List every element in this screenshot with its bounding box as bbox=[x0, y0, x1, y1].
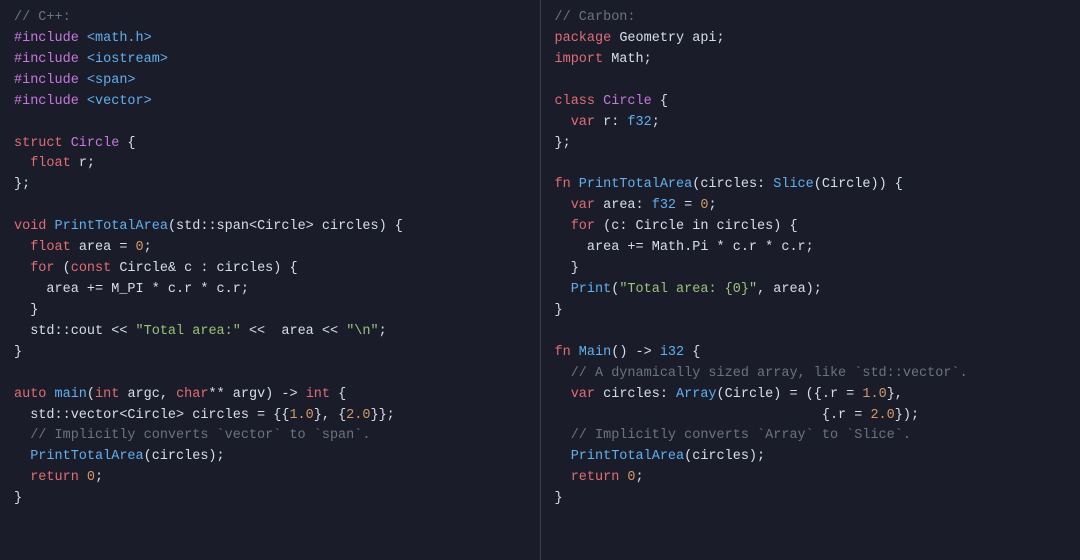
carbon-fn-main: fn bbox=[555, 345, 571, 360]
cpp-include-4: #include bbox=[14, 94, 79, 109]
cpp-include-1: #include bbox=[14, 31, 79, 46]
carbon-fn-printtotalarea: fn bbox=[555, 177, 571, 192]
cpp-include-2: #include bbox=[14, 52, 79, 67]
carbon-package: package bbox=[555, 31, 612, 46]
carbon-title-comment: // Carbon: bbox=[555, 10, 636, 25]
cpp-code-pane: // C++: #include <math.h> #include <iost… bbox=[0, 0, 541, 560]
cpp-fn-printtotalarea: void bbox=[14, 219, 46, 234]
carbon-code-pane: // Carbon: package Geometry api; import … bbox=[541, 0, 1080, 560]
cpp-include-3: #include bbox=[14, 73, 79, 88]
carbon-class-kw: class bbox=[555, 94, 596, 109]
carbon-import: import bbox=[555, 52, 604, 67]
cpp-fn-main: auto bbox=[14, 387, 46, 402]
cpp-title-comment: // C++: bbox=[14, 10, 71, 25]
cpp-struct-kw: struct bbox=[14, 136, 63, 151]
